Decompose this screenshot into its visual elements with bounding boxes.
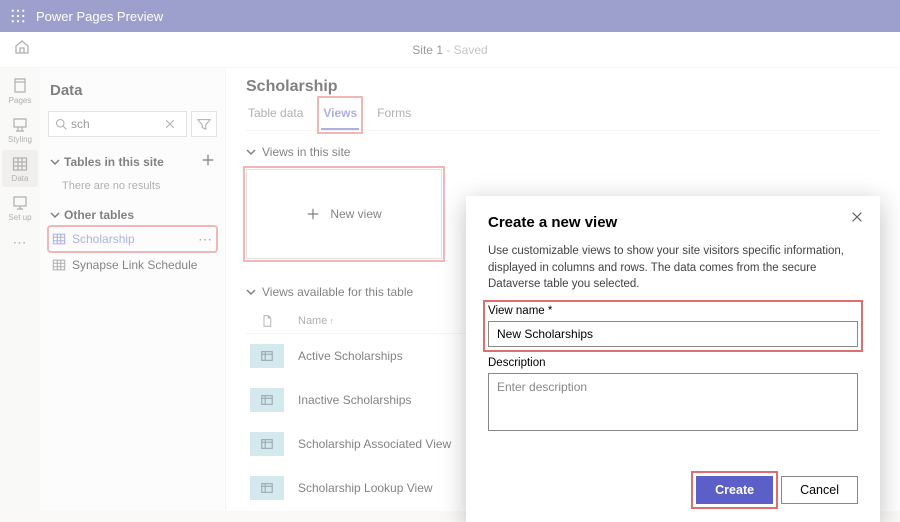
dialog-description: Use customizable views to show your site… (488, 243, 858, 293)
dialog-title: Create a new view (488, 214, 858, 231)
cancel-button[interactable]: Cancel (781, 476, 858, 504)
create-button[interactable]: Create (696, 476, 773, 504)
view-name-label: View name * (488, 305, 858, 317)
create-view-dialog: Create a new view Use customizable views… (466, 196, 880, 522)
description-input[interactable] (488, 373, 858, 431)
description-label: Description (488, 357, 858, 369)
view-name-input[interactable] (488, 321, 858, 347)
close-icon (850, 210, 864, 224)
close-button[interactable] (850, 210, 864, 229)
